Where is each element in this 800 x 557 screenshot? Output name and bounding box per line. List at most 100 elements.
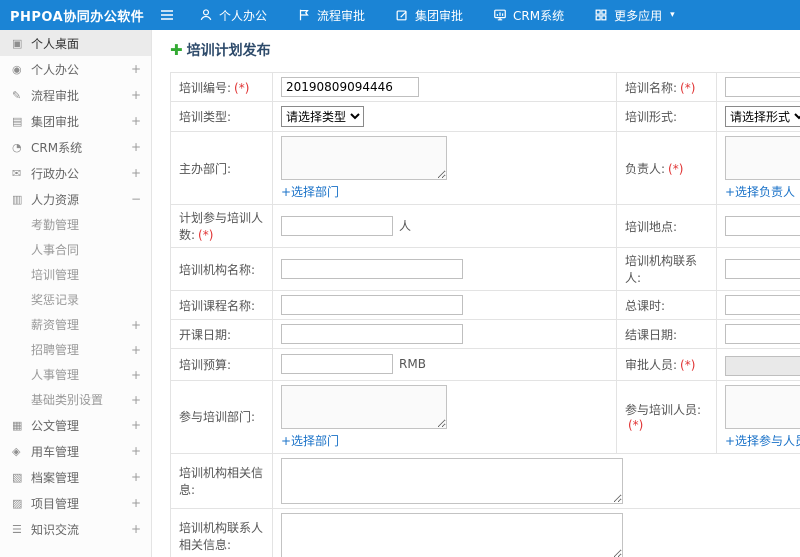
select-department-link[interactable]: +选择部门 xyxy=(281,183,339,200)
participating-departments-textarea[interactable] xyxy=(281,384,447,429)
form-row: 参与培训部门: +选择部门 参与培训人员:(*) +选择参与人员 xyxy=(170,379,800,454)
sidebar-item-personal-desktop[interactable]: ▣ 个人桌面 xyxy=(0,30,151,56)
unit-label: 人 xyxy=(399,218,412,233)
field-label: 总课时: xyxy=(616,290,717,320)
hamburger-menu-icon[interactable] xyxy=(150,7,184,23)
participant-count-input[interactable] xyxy=(281,216,393,236)
field-label: 培训地点: xyxy=(616,204,717,248)
total-hours-input[interactable] xyxy=(725,295,800,315)
topnav-personal-office[interactable]: 个人办公 xyxy=(184,0,282,30)
training-plan-form: 培训编号:(*) 培训名称:(*) 培训类型: 请选择类型 培训形式: 请选择形… xyxy=(170,72,800,557)
topnav-more-apps[interactable]: 更多应用 ▾ xyxy=(579,0,690,30)
sidebar-item-admin-office[interactable]: ✉ 行政办公 + xyxy=(0,160,151,186)
people-icon: ▥ xyxy=(12,192,23,206)
training-id-input[interactable] xyxy=(281,77,419,97)
stamp-icon: ▤ xyxy=(12,114,23,128)
desktop-icon: ▣ xyxy=(12,36,23,50)
grid-icon xyxy=(594,8,608,22)
form-row: 培训预算: RMB 审批人员:(*) +选择审批人员 xyxy=(170,348,800,381)
topnav-crm-system[interactable]: CRM系统 xyxy=(478,0,579,30)
select-leader-link[interactable]: +选择负责人 xyxy=(725,183,795,200)
topbar: PHPOA协同办公软件 个人办公 流程审批 集团审批 CRM系统 更多应用 ▾ xyxy=(0,0,800,30)
field-label: 培训预算: xyxy=(170,348,273,381)
sidebar-item-group-approval[interactable]: ▤ 集团审批 + xyxy=(0,108,151,134)
flag-icon xyxy=(297,8,311,22)
field-label: 结课日期: xyxy=(616,319,717,349)
org-info-textarea[interactable] xyxy=(281,457,623,504)
project-icon: ▨ xyxy=(12,496,23,510)
org-contact-info-textarea[interactable] xyxy=(281,512,623,557)
archive-icon: ▧ xyxy=(12,470,23,484)
sidebar-item-process-approval[interactable]: ✎ 流程审批 + xyxy=(0,82,151,108)
field-label: 培训机构相关信息: xyxy=(170,452,273,509)
chat-icon: ☰ xyxy=(12,522,22,536)
sidebar-item-vehicle-mgmt[interactable]: ◈ 用车管理 + xyxy=(0,438,151,464)
sidebar-item-attendance-mgmt[interactable]: 考勤管理 xyxy=(0,212,151,237)
participating-staff-textarea[interactable] xyxy=(725,384,800,429)
sidebar-item-recruitment-mgmt[interactable]: 招聘管理 + xyxy=(0,337,151,362)
approval-icon: ✎ xyxy=(12,88,22,102)
field-label: 主办部门: xyxy=(170,131,273,205)
field-label: 培训形式: xyxy=(616,101,717,132)
field-label: 培训编号: (*) xyxy=(170,72,273,102)
sidebar-item-archive-mgmt[interactable]: ▧ 档案管理 + xyxy=(0,464,151,490)
form-row: 培训类型: 请选择类型 培训形式: 请选择形式 xyxy=(170,101,800,132)
form-row: 培训机构相关信息: xyxy=(170,452,800,509)
crm-icon: ◔ xyxy=(12,140,22,154)
person-icon: ◉ xyxy=(12,62,22,76)
host-department-textarea[interactable] xyxy=(281,136,447,180)
org-contact-input[interactable] xyxy=(725,259,800,279)
training-type-select[interactable]: 请选择类型 xyxy=(281,106,364,127)
chart-icon xyxy=(493,8,507,22)
form-row: 培训机构联系人相关信息: xyxy=(170,507,800,557)
plus-icon: ✚ xyxy=(170,40,183,59)
leader-textarea[interactable] xyxy=(725,136,800,180)
approver-input[interactable] xyxy=(725,355,800,376)
mail-icon: ✉ xyxy=(12,166,22,180)
sidebar-item-personnel-mgmt[interactable]: 人事管理 + xyxy=(0,362,151,387)
field-label: 负责人: (*) xyxy=(616,131,717,205)
field-label: 培训机构名称: xyxy=(170,247,273,291)
sidebar-item-document-mgmt[interactable]: ▦ 公文管理 + xyxy=(0,412,151,438)
sidebar-item-base-category-settings[interactable]: 基础类别设置 + xyxy=(0,387,151,412)
sidebar-item-training-mgmt[interactable]: 培训管理 xyxy=(0,262,151,287)
end-date-input[interactable] xyxy=(725,324,800,344)
unit-label: RMB xyxy=(399,356,426,371)
form-row: 计划参与培训人数: (*) 人 培训地点: xyxy=(170,204,800,248)
select-participants-link[interactable]: +选择参与人员 xyxy=(725,432,800,449)
sidebar-item-personal-office[interactable]: ◉ 个人办公 + xyxy=(0,56,151,82)
sidebar-item-hr-contracts[interactable]: 人事合同 xyxy=(0,237,151,262)
sidebar-item-salary-mgmt[interactable]: 薪资管理 + xyxy=(0,312,151,337)
field-label: 培训名称: (*) xyxy=(616,72,717,102)
field-label: 培训机构联系人: xyxy=(616,247,717,291)
sidebar-item-project-mgmt[interactable]: ▨ 项目管理 + xyxy=(0,490,151,516)
sidebar-item-human-resources[interactable]: ▥ 人力资源 − xyxy=(0,186,151,212)
select-department-link[interactable]: +选择部门 xyxy=(281,432,339,449)
form-row: 开课日期: 结课日期: xyxy=(170,319,800,349)
training-location-input[interactable] xyxy=(725,216,800,236)
field-label: 开课日期: xyxy=(170,319,273,349)
sidebar-item-rewards-records[interactable]: 奖惩记录 xyxy=(0,287,151,312)
edit-icon xyxy=(395,8,409,22)
sidebar-item-crm-system[interactable]: ◔ CRM系统 + xyxy=(0,134,151,160)
form-row: 培训机构名称: 培训机构联系人: xyxy=(170,247,800,291)
budget-input[interactable] xyxy=(281,354,393,375)
field-label: 培训课程名称: xyxy=(170,290,273,320)
document-icon: ▦ xyxy=(12,418,23,432)
org-name-input[interactable] xyxy=(281,259,463,279)
field-label: 培训类型: xyxy=(170,101,273,132)
user-icon xyxy=(199,8,213,22)
training-name-input[interactable] xyxy=(725,77,800,97)
app-logo: PHPOA协同办公软件 xyxy=(10,9,145,25)
field-label: 计划参与培训人数: (*) xyxy=(170,204,273,248)
topnav-process-approval[interactable]: 流程审批 xyxy=(282,0,380,30)
start-date-input[interactable] xyxy=(281,324,463,344)
form-row: 主办部门: +选择部门 负责人: (*) +选择负责人 xyxy=(170,131,800,205)
training-form-select[interactable]: 请选择形式 xyxy=(725,106,800,127)
course-name-input[interactable] xyxy=(281,295,463,315)
topnav-group-approval[interactable]: 集团审批 xyxy=(380,0,478,30)
main-content: ✚ 培训计划发布 培训编号:(*) 培训名称:(*) 培训类型: 请选择类型 培… xyxy=(152,30,800,557)
sidebar-item-knowledge-exchange[interactable]: ☰ 知识交流 + xyxy=(0,516,151,542)
form-row: 培训编号:(*) 培训名称:(*) xyxy=(170,72,800,102)
page-title: ✚ 培训计划发布 xyxy=(170,40,271,59)
